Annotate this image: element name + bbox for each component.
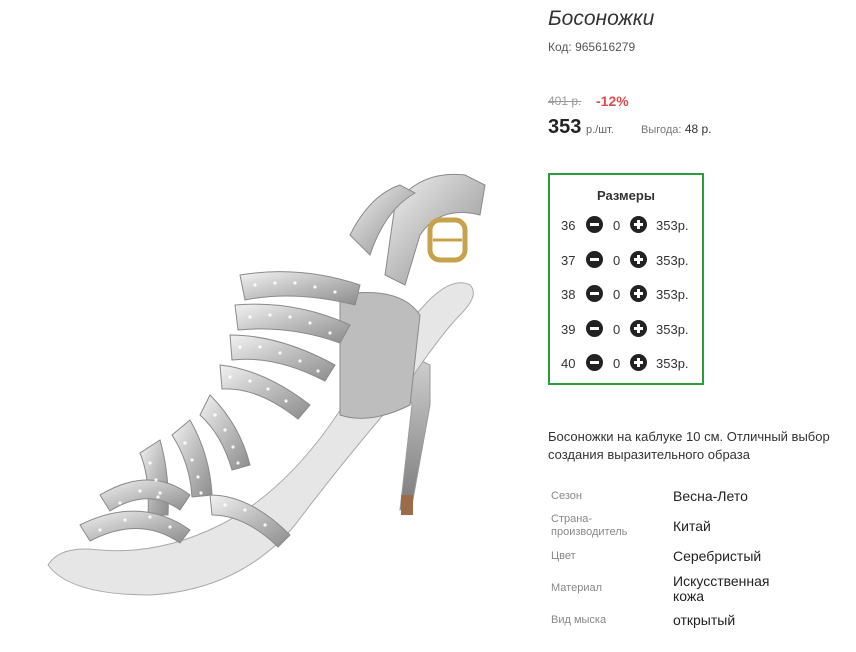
minus-icon[interactable] <box>586 354 603 371</box>
size-label: 39 <box>561 322 576 337</box>
sizes-panel: Размеры 36 0 353р. 37 0 353р. 38 0 353р.… <box>548 173 704 385</box>
size-label: 37 <box>561 253 576 268</box>
minus-icon[interactable] <box>586 320 603 337</box>
size-label: 36 <box>561 218 576 233</box>
property-value: Серебристый <box>673 548 762 564</box>
property-value: Искусственная кожа <box>673 573 770 604</box>
minus-icon[interactable] <box>586 251 603 268</box>
size-label: 40 <box>561 356 576 371</box>
property-label: Вид мыска <box>551 614 607 626</box>
property-value: Китай <box>673 518 711 534</box>
property-label: Материал <box>551 582 602 594</box>
size-row: 39 0 353р. <box>550 320 706 340</box>
current-price: 353 <box>548 116 582 138</box>
size-quantity: 0 <box>613 322 621 337</box>
plus-icon[interactable] <box>630 216 647 233</box>
product-code: Код: 965616279 <box>548 40 636 54</box>
plus-icon[interactable] <box>630 320 647 337</box>
size-label: 38 <box>561 287 576 302</box>
old-price: 401 р. <box>548 94 582 108</box>
property-label: Цвет <box>551 550 576 562</box>
minus-icon[interactable] <box>586 216 603 233</box>
product-image <box>47 173 486 596</box>
sizes-title: Размеры <box>597 188 655 203</box>
plus-icon[interactable] <box>630 285 647 302</box>
size-quantity: 0 <box>613 356 621 371</box>
price-unit: р./шт. <box>586 124 614 136</box>
size-quantity: 0 <box>613 287 621 302</box>
minus-icon[interactable] <box>586 285 603 302</box>
size-row: 38 0 353р. <box>550 285 706 305</box>
saving-value: 48 р. <box>684 122 712 136</box>
size-quantity: 0 <box>613 253 621 268</box>
discount-badge: -12% <box>596 93 629 109</box>
size-price: 353р. <box>656 287 689 302</box>
plus-icon[interactable] <box>630 354 647 371</box>
saving: Выгода: 48 р. <box>641 122 712 136</box>
size-price: 353р. <box>656 218 689 233</box>
property-value: Весна-Лето <box>673 488 748 504</box>
property-label: Сезон <box>551 490 582 502</box>
size-row: 36 0 353р. <box>550 216 706 236</box>
size-row: 37 0 353р. <box>550 251 706 271</box>
size-quantity: 0 <box>613 218 621 233</box>
saving-label: Выгода: <box>641 124 682 136</box>
plus-icon[interactable] <box>630 251 647 268</box>
property-label: Страна-производитель <box>551 513 628 538</box>
size-price: 353р. <box>656 356 689 371</box>
property-value: открытый <box>673 612 736 628</box>
product-description: Босоножки на каблуке 10 см. Отличный выб… <box>548 429 830 462</box>
size-price: 353р. <box>656 253 689 268</box>
size-price: 353р. <box>656 322 689 337</box>
product-title: Босоножки <box>548 7 655 30</box>
size-row: 40 0 353р. <box>550 354 706 374</box>
